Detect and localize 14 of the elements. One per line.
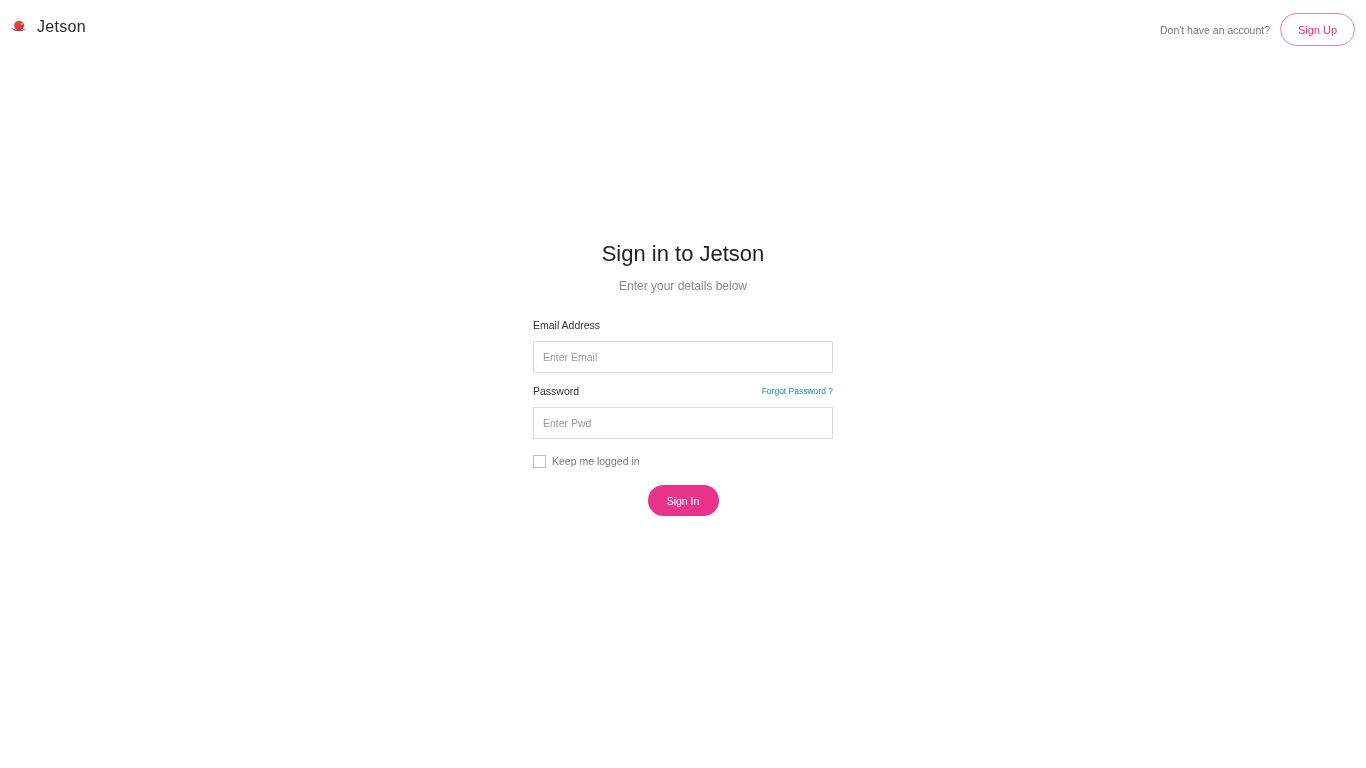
brand-name: Jetson bbox=[37, 17, 86, 36]
field-label: Email Address bbox=[533, 319, 601, 331]
page-title: Sign in to Jetson bbox=[600, 241, 766, 267]
keep-logged-in-checkbox[interactable] bbox=[533, 454, 546, 468]
field-label: Password bbox=[533, 385, 580, 397]
signup-prompt: Don't have an account? bbox=[1160, 23, 1270, 36]
keep-logged-in-label: Keep me logged in bbox=[552, 455, 640, 467]
sign-in-button[interactable]: Sign In bbox=[647, 485, 719, 516]
page-subtitle: Enter your details below bbox=[617, 278, 749, 294]
forgot-password-link[interactable]: Forgot Password ? bbox=[761, 386, 833, 396]
sign-up-button[interactable]: Sign Up bbox=[1280, 13, 1355, 46]
input-field[interactable]: Enter Pwd bbox=[533, 407, 833, 439]
planet-logo-icon bbox=[10, 20, 28, 33]
input-field[interactable]: Enter Email bbox=[533, 341, 833, 373]
